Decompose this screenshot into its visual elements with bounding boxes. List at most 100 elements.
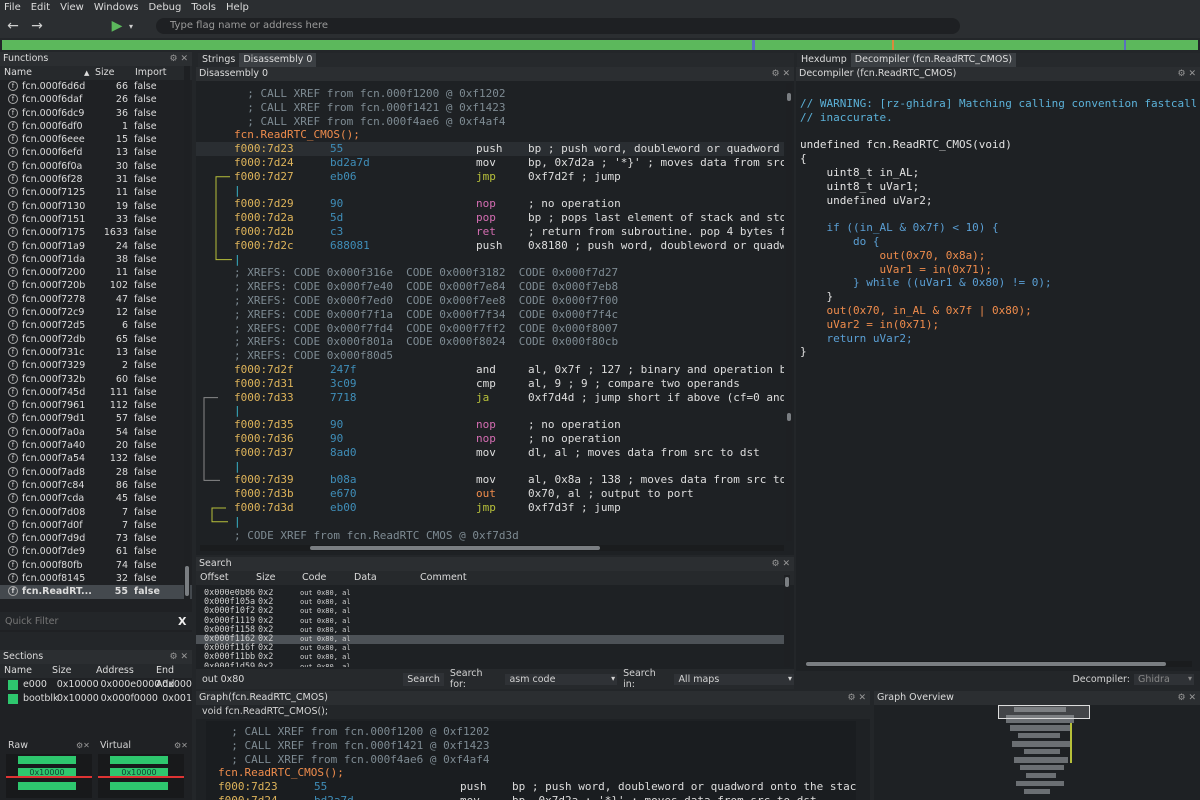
search-scrollbar[interactable]	[784, 575, 790, 667]
chevron-down-icon[interactable]: ▾	[126, 17, 136, 35]
function-row[interactable]: f fcn.000f7175 1633 false	[0, 226, 192, 239]
function-row[interactable]: f fcn.000f7a54 132 false	[0, 452, 192, 465]
col-offset[interactable]: Offset	[196, 571, 256, 585]
tab-decompiler-fcn-readrtc-cmos[interactable]: Decompiler (fcn.ReadRTC_CMOS)	[850, 53, 1017, 67]
function-row[interactable]: f fcn.000f720b 102 false	[0, 279, 192, 292]
run-debug-icon[interactable]: ▶	[108, 17, 126, 35]
decompiler-select[interactable]: Ghidra ▾	[1134, 674, 1194, 685]
col-data[interactable]: Data	[354, 571, 420, 585]
function-row[interactable]: f fcn.000f7a40 20 false	[0, 439, 192, 452]
functions-scrollbar[interactable]	[184, 66, 190, 600]
function-row[interactable]: f fcn.000f7130 19 false	[0, 200, 192, 213]
function-row[interactable]: f fcn.000f6daf 26 false	[0, 93, 192, 106]
function-row[interactable]: f fcn.000f8145 32 false	[0, 572, 192, 585]
dock-close-icon[interactable]: ⚙✕	[76, 741, 90, 750]
disassembly-hscroll[interactable]	[200, 545, 784, 551]
navigation-bar[interactable]	[2, 40, 1198, 50]
graph-node[interactable]: ; CALL XREF from fcn.000f1200 @ 0xf1202 …	[206, 721, 856, 800]
function-row[interactable]: f fcn.000f7cda 45 false	[0, 492, 192, 505]
overview-viewport[interactable]	[998, 705, 1090, 719]
back-arrow-icon[interactable]: ←	[4, 17, 22, 35]
dock-close-icon[interactable]: ⚙ ✕	[772, 557, 790, 571]
decompiler-view[interactable]: // WARNING: [rz-ghidra] Matching calling…	[800, 97, 1196, 657]
function-row[interactable]: f fcn.000f6eee 15 false	[0, 133, 192, 146]
function-row[interactable]: f fcn.000f7200 11 false	[0, 266, 192, 279]
search-in-select[interactable]: All maps ▾	[674, 673, 795, 685]
function-row[interactable]: f fcn.000f7de9 61 false	[0, 545, 192, 558]
col-import[interactable]: Import	[132, 66, 182, 80]
function-row[interactable]: f fcn.ReadRT... 55 false	[0, 585, 192, 599]
function-row[interactable]: f fcn.000f7d9d 73 false	[0, 532, 192, 545]
search-result-row[interactable]: 0x000f1158 0x2 out 0x80, al	[196, 625, 784, 635]
section-row[interactable]: bootblk 0x10000 0x000f0000 0x00100	[0, 692, 192, 706]
search-result-row[interactable]: 0x000f1d59 0x2 out 0x80, al	[196, 662, 784, 667]
col-comment[interactable]: Comment	[420, 571, 500, 585]
section-row[interactable]: e000 0x10000 0x000e0000 0x000f0	[0, 678, 192, 692]
function-row[interactable]: f fcn.000f7c84 86 false	[0, 479, 192, 492]
search-result-row[interactable]: 0x000e0b86 0x2 out 0x80, al	[196, 589, 784, 598]
function-row[interactable]: f fcn.000f7125 11 false	[0, 186, 192, 199]
col-name[interactable]: Name	[0, 66, 84, 80]
disassembly-view[interactable]: ; CALL XREF from fcn.000f1200 @ 0xf1202 …	[196, 87, 784, 541]
col-code[interactable]: Code	[302, 571, 354, 585]
menu-item-tools[interactable]: Tools	[191, 2, 216, 13]
col-size[interactable]: Size	[52, 664, 96, 678]
search-result-row[interactable]: 0x000f10f2 0x2 out 0x80, al	[196, 607, 784, 616]
quick-filter-input[interactable]: Quick Filter	[0, 616, 178, 627]
function-row[interactable]: f fcn.000f6dc9 36 false	[0, 107, 192, 120]
menu-item-view[interactable]: View	[60, 2, 84, 13]
menu-item-help[interactable]: Help	[226, 2, 249, 13]
dock-close-icon[interactable]: ⚙ ✕	[170, 52, 188, 66]
forward-arrow-icon[interactable]: →	[28, 17, 46, 35]
function-row[interactable]: f fcn.000f71a9 24 false	[0, 240, 192, 253]
menu-item-edit[interactable]: Edit	[31, 2, 50, 13]
graph-overview-view[interactable]	[874, 705, 1200, 800]
search-result-row[interactable]: 0x000f11bb 0x2 out 0x80, al	[196, 653, 784, 662]
function-row[interactable]: f fcn.000f6efd 13 false	[0, 146, 192, 159]
dock-close-icon[interactable]: ⚙ ✕	[170, 650, 188, 664]
menu-item-windows[interactable]: Windows	[94, 2, 139, 13]
col-size[interactable]: Size	[256, 571, 302, 585]
function-row[interactable]: f fcn.000f7a0a 54 false	[0, 426, 192, 439]
decompiler-hscroll[interactable]	[806, 661, 1192, 667]
search-query-input[interactable]: out 0x80	[196, 674, 403, 685]
function-row[interactable]: f fcn.000f7278 47 false	[0, 293, 192, 306]
col-size[interactable]: Size	[92, 66, 132, 80]
dock-close-icon[interactable]: ⚙ ✕	[848, 691, 866, 705]
function-row[interactable]: f fcn.000f72c9 12 false	[0, 306, 192, 319]
function-row[interactable]: f fcn.000f7329 2 false	[0, 359, 192, 372]
function-row[interactable]: f fcn.000f72d5 6 false	[0, 319, 192, 332]
function-row[interactable]: f fcn.000f7961 112 false	[0, 399, 192, 412]
function-row[interactable]: f fcn.000f731c 13 false	[0, 346, 192, 359]
dock-close-icon[interactable]: ⚙ ✕	[1178, 691, 1196, 705]
search-for-select[interactable]: asm code ▾	[505, 673, 618, 685]
col-name[interactable]: Name	[0, 664, 52, 678]
function-row[interactable]: f fcn.000f7d0f 7 false	[0, 519, 192, 532]
tab-strings[interactable]: Strings	[198, 53, 239, 67]
raw-map-view[interactable]: 0x10000	[6, 754, 92, 798]
function-row[interactable]: f fcn.000f80fb 74 false	[0, 559, 192, 572]
function-row[interactable]: f fcn.000f71da 38 false	[0, 253, 192, 266]
menu-item-file[interactable]: File	[4, 2, 21, 13]
function-row[interactable]: f fcn.000f7151 33 false	[0, 213, 192, 226]
function-row[interactable]: f fcn.000f6f28 31 false	[0, 173, 192, 186]
dock-close-icon[interactable]: ⚙ ✕	[772, 67, 790, 81]
search-result-row[interactable]: 0x000f1162 0x2 out 0x80, al	[196, 634, 784, 645]
disassembly-scrollbar[interactable]	[786, 83, 792, 541]
tab-disassembly-0[interactable]: Disassembly 0	[239, 53, 317, 67]
menu-item-debug[interactable]: Debug	[148, 2, 181, 13]
tab-hexdump[interactable]: Hexdump	[797, 53, 851, 67]
function-row[interactable]: f fcn.000f6f0a 30 false	[0, 160, 192, 173]
function-row[interactable]: f fcn.000f7ad8 28 false	[0, 466, 192, 479]
virtual-map-view[interactable]: 0x10000	[98, 754, 184, 798]
search-result-row[interactable]: 0x000f1119 0x2 out 0x80, al	[196, 616, 784, 626]
function-row[interactable]: f fcn.000f79d1 57 false	[0, 412, 192, 425]
search-button[interactable]: Search	[403, 672, 444, 686]
address-input[interactable]: Type flag name or address here	[156, 18, 960, 34]
clear-filter-button[interactable]: X	[178, 615, 192, 628]
search-result-row[interactable]: 0x000f105a 0x2 out 0x80, al	[196, 597, 784, 607]
dock-close-icon[interactable]: ⚙✕	[174, 741, 188, 750]
function-row[interactable]: f fcn.000f6df0 1 false	[0, 120, 192, 133]
search-result-row[interactable]: 0x000f116f 0x2 out 0x80, al	[196, 643, 784, 653]
col-address[interactable]: Address	[96, 664, 156, 678]
